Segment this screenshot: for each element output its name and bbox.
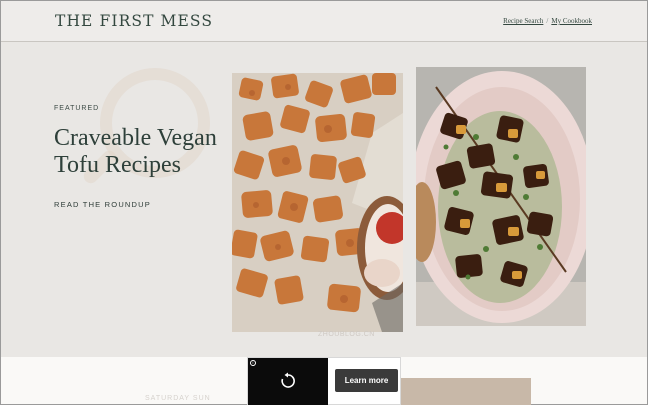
video-ad: i Learn more	[247, 357, 401, 405]
featured-kicker: FEATURED	[54, 105, 100, 112]
replay-icon[interactable]	[279, 372, 297, 390]
lower-section-photo[interactable]	[400, 378, 531, 405]
featured-title[interactable]: Craveable Vegan Tofu Recipes	[54, 125, 234, 179]
learn-more-button[interactable]: Learn more	[335, 369, 398, 392]
tofu-skewers-illustration	[416, 67, 586, 326]
my-cookbook-link[interactable]: My Cookbook	[551, 17, 592, 25]
top-nav: Recipe Search / My Cookbook	[503, 17, 592, 25]
ad-info-icon[interactable]: i	[250, 360, 256, 366]
crispy-tofu-illustration	[232, 73, 403, 332]
site-header: THE FIRST MESS Recipe Search / My Cookbook	[1, 1, 647, 42]
crispy-tofu-bites-photo[interactable]	[232, 73, 403, 332]
recipe-search-link[interactable]: Recipe Search	[503, 17, 543, 25]
nav-separator: /	[546, 17, 549, 25]
tofu-skewers-platter-photo[interactable]	[416, 67, 586, 326]
image-watermark: ZHOUBLOG.CN	[318, 331, 375, 338]
lower-section-label: SATURDAY SUN	[145, 395, 211, 402]
ad-video-player[interactable]: i	[248, 358, 328, 405]
site-logo[interactable]: THE FIRST MESS	[55, 12, 213, 30]
read-roundup-link[interactable]: READ THE ROUNDUP	[54, 200, 151, 209]
